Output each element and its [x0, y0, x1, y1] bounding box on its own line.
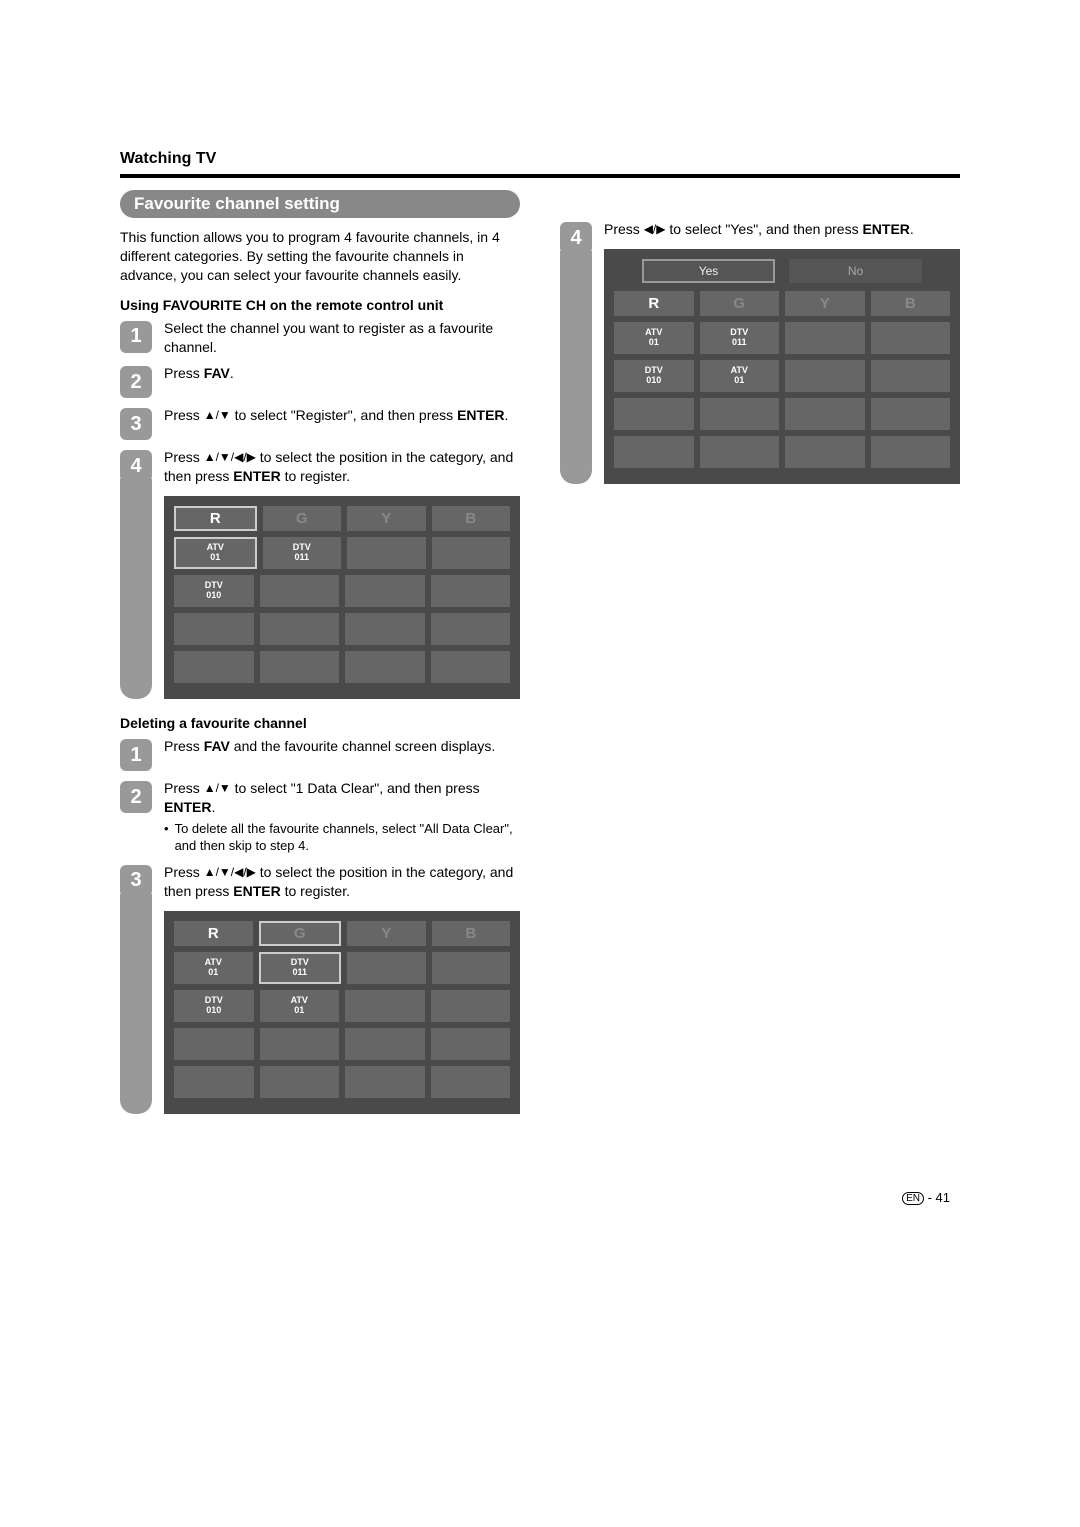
tv-cell	[345, 575, 425, 607]
yes-option: Yes	[642, 259, 775, 283]
step-text: Press ▲/▼/◀/▶ to select the position in …	[164, 448, 520, 486]
tv-cell	[432, 952, 511, 984]
intro-text: This function allows you to program 4 fa…	[120, 228, 520, 285]
tv-cell	[260, 1028, 340, 1060]
step-number: 2	[120, 366, 152, 398]
tv-cell: ATV01	[174, 537, 257, 569]
left-right-icon: ◀/▶	[644, 221, 666, 237]
up-down-icon: ▲/▼	[204, 407, 231, 423]
tv-cell: ATV01	[260, 990, 340, 1022]
tv-cell	[614, 436, 694, 468]
col-header: Y	[785, 291, 865, 316]
tv-cell	[345, 613, 425, 645]
lang-badge: EN	[902, 1192, 924, 1205]
col-header: Y	[347, 921, 426, 946]
step-text: Press ▲/▼/◀/▶ to select the position in …	[164, 863, 520, 901]
page-title: Favourite channel setting	[120, 190, 520, 218]
step-pillar	[120, 894, 152, 1114]
tv-panel: Yes No R G Y B ATV01 DTV011	[604, 249, 960, 484]
tv-cell	[174, 651, 254, 683]
tv-cell	[785, 322, 865, 354]
tv-cell	[871, 360, 951, 392]
up-down-icon: ▲/▼	[204, 780, 231, 796]
step-text: Press ▲/▼ to select "Register", and then…	[164, 406, 520, 425]
tv-cell	[174, 613, 254, 645]
tv-cell	[260, 1066, 340, 1098]
col-header: R	[614, 291, 694, 316]
tv-cell	[431, 575, 511, 607]
tv-cell	[174, 1066, 254, 1098]
tv-cell	[431, 613, 511, 645]
col-header: Y	[347, 506, 426, 531]
tv-cell	[260, 651, 340, 683]
col-header: R	[174, 921, 253, 946]
tv-cell	[700, 398, 780, 430]
step-text: Press ◀/▶ to select "Yes", and then pres…	[604, 220, 960, 239]
tv-cell	[871, 436, 951, 468]
no-option: No	[789, 259, 922, 283]
tv-cell	[345, 651, 425, 683]
tv-cell	[347, 537, 426, 569]
step-number: 4	[560, 222, 592, 254]
tv-cell	[700, 436, 780, 468]
tv-cell: DTV011	[700, 322, 780, 354]
tv-cell	[431, 1028, 511, 1060]
divider	[120, 174, 960, 178]
step-number: 2	[120, 781, 152, 813]
tv-panel: R G Y B ATV01 DTV011 DTV010	[164, 911, 520, 1114]
using-heading: Using FAVOURITE CH on the remote control…	[120, 297, 520, 313]
deleting-heading: Deleting a favourite channel	[120, 715, 520, 731]
tv-cell: DTV011	[259, 952, 342, 984]
step-number: 3	[120, 408, 152, 440]
step-pillar	[560, 251, 592, 484]
step-text: Select the channel you want to register …	[164, 319, 520, 357]
step-pillar	[120, 479, 152, 699]
tv-cell	[174, 1028, 254, 1060]
tv-cell	[260, 575, 340, 607]
col-header: B	[871, 291, 951, 316]
step-number: 3	[120, 865, 152, 897]
tv-cell	[871, 322, 951, 354]
tv-cell: ATV01	[614, 322, 694, 354]
tv-cell	[431, 990, 511, 1022]
tv-cell	[345, 1066, 425, 1098]
col-header: R	[174, 506, 257, 531]
tv-cell: DTV010	[614, 360, 694, 392]
tv-cell	[785, 398, 865, 430]
col-header: G	[700, 291, 780, 316]
step-number: 1	[120, 739, 152, 771]
tv-cell	[614, 398, 694, 430]
step-number: 4	[120, 450, 152, 482]
tv-cell	[785, 436, 865, 468]
tv-cell	[431, 651, 511, 683]
tv-cell	[785, 360, 865, 392]
dpad-icon: ▲/▼/◀/▶	[204, 864, 256, 880]
tv-cell: ATV01	[700, 360, 780, 392]
col-header: B	[432, 506, 511, 531]
tv-cell	[432, 537, 511, 569]
col-header: G	[263, 506, 342, 531]
step-text: Press FAV and the favourite channel scre…	[164, 737, 520, 756]
step-number: 1	[120, 321, 152, 353]
tv-cell	[871, 398, 951, 430]
section-header: Watching TV	[120, 150, 960, 168]
tv-cell	[260, 613, 340, 645]
tv-panel: R G Y B ATV01 DTV011 DTV010	[164, 496, 520, 699]
col-header: B	[432, 921, 511, 946]
tv-cell: ATV01	[174, 952, 253, 984]
tv-cell: DTV010	[174, 575, 254, 607]
dpad-icon: ▲/▼/◀/▶	[204, 449, 256, 465]
step-text: Press FAV.	[164, 364, 520, 383]
col-header: G	[259, 921, 342, 946]
tv-cell	[345, 990, 425, 1022]
step-text: Press ▲/▼ to select "1 Data Clear", and …	[164, 779, 520, 855]
tv-cell	[347, 952, 426, 984]
tv-cell: DTV011	[263, 537, 342, 569]
tv-cell	[431, 1066, 511, 1098]
page-footer: EN - 41	[120, 1190, 960, 1205]
tv-cell	[345, 1028, 425, 1060]
tv-cell: DTV010	[174, 990, 254, 1022]
